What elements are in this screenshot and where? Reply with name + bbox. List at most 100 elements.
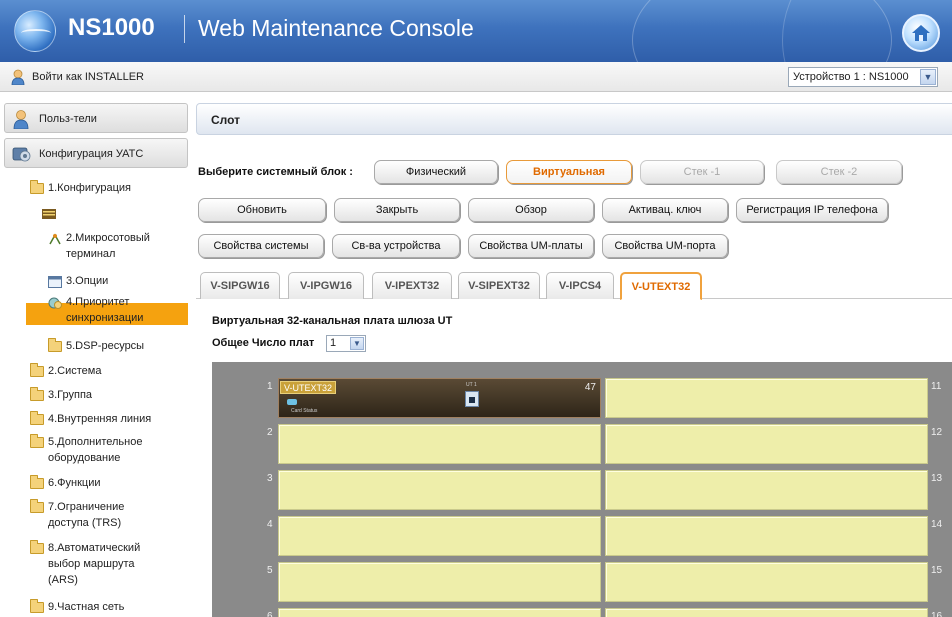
close-button[interactable]: Закрыть [334, 198, 460, 222]
globe-logo-icon [14, 10, 56, 52]
slot-empty[interactable] [278, 424, 601, 464]
folder-icon [30, 540, 44, 554]
browse-button[interactable]: Обзор [468, 198, 594, 222]
tab-v-sipext32[interactable]: V-SIPEXT32 [458, 272, 540, 299]
slot-empty[interactable] [605, 424, 928, 464]
tab-v-ipcs4[interactable]: V-IPCS4 [546, 272, 614, 299]
folder-open-icon [30, 180, 44, 194]
tree-item-dsp[interactable]: 5.DSP-ресурсы [66, 338, 144, 354]
slot-empty[interactable] [605, 470, 928, 510]
refresh-button[interactable]: Обновить [198, 198, 326, 222]
tree-item-slot-label[interactable]: 1.Слот [58, 206, 93, 222]
device-properties-button[interactable]: Св-ва устройства [332, 234, 460, 258]
system-properties-button[interactable]: Свойства системы [198, 234, 324, 258]
card-name-badge: V-UTEXT32 [280, 381, 337, 394]
slot-number: 5 [267, 565, 273, 576]
folder-icon [30, 499, 44, 513]
sidebar-item-label: Конфигурация УАТС [39, 148, 144, 160]
stack1-button[interactable]: Стек -1 [640, 160, 764, 184]
system-block-label: Выберите системный блок : [198, 166, 353, 178]
tree-item-features[interactable]: 6.Функции [48, 475, 101, 491]
home-icon [912, 25, 930, 41]
header-separator [184, 15, 185, 43]
folder-icon [30, 411, 44, 425]
tree-item-trs[interactable]: 7.Ограничение [48, 499, 124, 515]
app-header: NS1000 Web Maintenance Console [0, 0, 952, 62]
login-user-text: Войти как INSTALLER [32, 71, 144, 83]
tree-item-options[interactable]: 3.Опции [66, 273, 108, 289]
slot-empty[interactable] [278, 516, 601, 556]
stack2-button[interactable]: Стек -2 [776, 160, 902, 184]
main-panel: Слот Выберите системный блок : Физически… [196, 100, 952, 617]
slot-number: 4 [267, 519, 273, 530]
installed-card-slot-1[interactable]: V-UTEXT32 47 UT 1 Card Status [278, 378, 601, 418]
slot-number: 6 [267, 611, 273, 617]
port-icon[interactable] [465, 391, 479, 407]
chevron-down-icon[interactable]: ▼ [920, 69, 936, 85]
slot-empty[interactable] [605, 608, 928, 617]
total-cards-value: 1 [330, 337, 337, 349]
tree-item-ars[interactable]: 8.Автоматический [48, 540, 140, 556]
virtual-button[interactable]: Виртуальная [506, 160, 632, 184]
um-port-properties-button[interactable]: Свойства UM-порта [602, 234, 728, 258]
ip-phone-registration-button[interactable]: Регистрация IP телефона [736, 198, 888, 222]
slot-empty[interactable] [278, 608, 601, 617]
card-channel-count: 47 [584, 382, 596, 393]
tab-v-utext32[interactable]: V-UTEXT32 [620, 272, 702, 300]
physical-button[interactable]: Физический [374, 160, 498, 184]
tab-v-ipgw16[interactable]: V-IPGW16 [288, 272, 364, 299]
slot-empty[interactable] [605, 378, 928, 418]
slot-empty[interactable] [278, 470, 601, 510]
sidebar: Польз-тели Конфигурация УАТС 1.Конфигура… [0, 100, 188, 617]
sidebar-item-label: Польз-тели [39, 113, 97, 125]
product-name: NS1000 [68, 14, 155, 41]
folder-icon [30, 475, 44, 489]
slot-number: 16 [931, 611, 943, 617]
slot-number: 3 [267, 473, 273, 484]
tree-item-extension[interactable]: 4.Внутренняя линия [48, 411, 151, 427]
tab-v-ipext32[interactable]: V-IPEXT32 [372, 272, 452, 299]
tree-item-ars-line3: (ARS) [48, 574, 78, 586]
page-title: Слот [211, 113, 241, 127]
home-button[interactable] [902, 14, 940, 52]
tree-item-private-network[interactable]: 9.Частная сеть [48, 599, 124, 615]
tab-v-sipgw16[interactable]: V-SIPGW16 [200, 272, 280, 299]
folder-icon [48, 338, 62, 352]
sync-priority-icon [48, 297, 62, 309]
tree-item-microcell[interactable]: 2.Микросотовый [66, 230, 150, 246]
tree-item-group[interactable]: 3.Группа [48, 387, 92, 403]
sidebar-item-users[interactable]: Польз-тели [4, 103, 188, 133]
page-title-bar: Слот [196, 103, 952, 135]
slot-empty[interactable] [605, 516, 928, 556]
sidebar-item-pbx-config[interactable]: Конфигурация УАТС [4, 138, 188, 168]
um-card-properties-button[interactable]: Свойства UM-платы [468, 234, 594, 258]
card-status-label: Card Status [291, 408, 318, 414]
tree-item-trs-line2: доступа (TRS) [48, 517, 122, 529]
user-icon [11, 69, 25, 85]
tree-item-sync-priority[interactable]: 4.Приоритет [66, 294, 129, 310]
tree-item-optional-device[interactable]: 5.Дополнительное [48, 434, 142, 450]
tree-item-optional-device-line2: оборудование [48, 452, 121, 464]
slot-number: 14 [931, 519, 943, 530]
slot-number: 11 [931, 381, 942, 392]
chevron-down-icon[interactable]: ▼ [350, 337, 364, 350]
device-select[interactable]: Устройство 1 : NS1000 ▼ [788, 67, 938, 87]
tree-item-ars-line2: выбор маршрута [48, 558, 135, 570]
activation-key-button[interactable]: Активац. ключ [602, 198, 728, 222]
tree-item-system[interactable]: 2.Система [48, 363, 101, 379]
options-icon [48, 276, 62, 288]
slot-number: 12 [931, 427, 943, 438]
folder-icon [30, 599, 44, 613]
slot-empty[interactable] [278, 562, 601, 602]
total-cards-select[interactable]: 1 ▼ [326, 335, 366, 352]
app-title: Web Maintenance Console [198, 15, 474, 41]
card-status-lamp-icon [287, 399, 297, 405]
login-bar: Войти как INSTALLER Устройство 1 : NS100… [0, 62, 952, 92]
slot-empty[interactable] [605, 562, 928, 602]
card-description: Виртуальная 32-канальная плата шлюза UT [212, 315, 453, 327]
tree-item-configuration[interactable]: 1.Конфигурация [48, 180, 131, 196]
microcell-icon [49, 233, 61, 245]
slot-number: 15 [931, 565, 943, 576]
pbx-config-icon [12, 147, 31, 162]
device-select-value: Устройство 1 : NS1000 [793, 71, 909, 83]
